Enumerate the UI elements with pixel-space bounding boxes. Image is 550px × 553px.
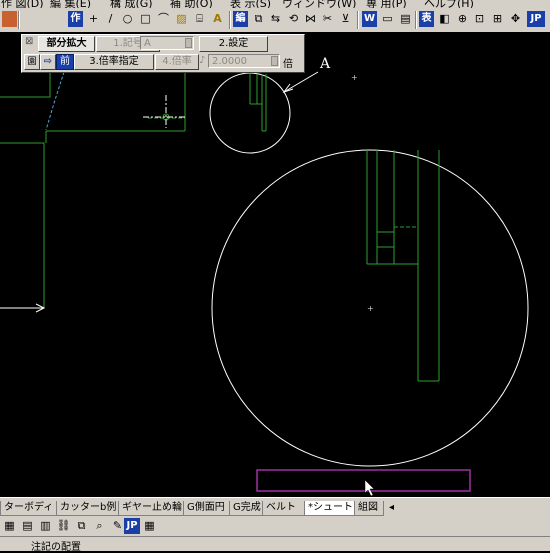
menu-bar: 作 図(D) 編 集(E) 構 成(G) 補 助(O) 表 示(S) ウィンドウ… — [0, 0, 550, 8]
sheet-tab-bar: ターボディ カッターb例 ギヤー止め輪 G側面円 G完成 ベルト *シュート 組… — [0, 497, 550, 517]
snap-tool[interactable]: ▤ — [20, 518, 35, 534]
dimension-tool[interactable]: ⌸ — [192, 11, 207, 27]
window-tool[interactable]: ▤ — [398, 11, 413, 27]
tab-sheet[interactable]: G側面円 — [183, 501, 231, 516]
menu-special[interactable]: 専 用(P) — [366, 0, 407, 8]
extend-tool[interactable]: ⊻ — [338, 11, 353, 27]
secondary-toolbar: ▦ ▤ ▥ ⛓ ⧉ ⌕ ✎ JP ▦ — [0, 516, 550, 536]
chain-tool[interactable]: ⛓ — [56, 518, 71, 534]
arrow-mode-icon[interactable]: ⇨ — [40, 54, 56, 70]
mouse-cursor-icon — [364, 479, 375, 497]
drawing-canvas[interactable]: A + + — [0, 32, 550, 497]
tab-sheet[interactable]: G完成 — [229, 501, 264, 516]
create-mode-button[interactable]: 作 — [68, 11, 83, 27]
enlarged-detail-geometry — [366, 150, 440, 382]
origin-marker: + — [351, 73, 358, 82]
zoom-in-tool[interactable]: ⊕ — [455, 11, 470, 27]
menu-draw[interactable]: 作 図(D) — [1, 0, 44, 8]
grid-tool[interactable]: ▦ — [2, 518, 17, 534]
status-message: 注記の配置 — [31, 542, 81, 553]
line-tool[interactable]: / — [103, 11, 118, 27]
frame-tool[interactable]: ▭ — [380, 11, 395, 27]
status-bar: 注記の配置 — [0, 536, 550, 553]
panel-close-icon[interactable]: ⊠ — [25, 36, 33, 47]
drawing-svg: A + + — [0, 56, 529, 497]
leader-line — [45, 71, 65, 131]
word-button[interactable]: W — [362, 11, 377, 27]
properties-tool[interactable]: ▦ — [142, 518, 157, 534]
detail-label-text: A — [319, 56, 331, 72]
panel-title: 部分拡大 — [38, 36, 95, 52]
tab-scroll-left-icon[interactable]: ◂ — [386, 501, 402, 515]
trim-tool[interactable]: ✂ — [320, 11, 335, 27]
panel-row-2: 園 ⇨ 前 3.倍率指定 4.倍率 ♪ 2.0000 倍 — [22, 53, 304, 71]
pan-tool[interactable]: ✥ — [508, 11, 523, 27]
partial-enlarge-panel: ⊠ 部分拡大 1.記号 A 2.設定 園 ⇨ 前 3.倍率指定 4.倍率 ♪ 2… — [21, 34, 305, 73]
scale-button[interactable]: 4.倍率 — [155, 54, 199, 70]
callout-leader — [283, 71, 319, 93]
hatch-tool[interactable]: ▨ — [174, 11, 189, 27]
tool-partial-icon[interactable] — [2, 11, 17, 27]
table-button[interactable]: 表 — [419, 11, 434, 27]
text-tool[interactable]: A — [210, 11, 225, 27]
menu-edit[interactable]: 編 集(E) — [50, 0, 91, 8]
note-tool[interactable]: ✎ — [110, 518, 125, 534]
menu-view[interactable]: 表 示(S) — [230, 0, 271, 8]
layer-tool[interactable]: ◧ — [437, 11, 452, 27]
circle-tool[interactable]: ○ — [120, 11, 135, 27]
tab-sheet[interactable]: 組図 — [354, 501, 384, 516]
layers-tool[interactable]: ⧉ — [74, 518, 89, 534]
tab-sheet[interactable]: ターボディ — [0, 501, 58, 516]
rectangle-tool[interactable]: □ — [138, 11, 153, 27]
magnify-tool[interactable]: ⌕ — [92, 518, 107, 534]
toolbar-separator — [357, 11, 359, 29]
tab-sheet[interactable]: カッターb例 — [56, 501, 120, 516]
scale-ruler-icon: ♪ — [199, 55, 206, 66]
mark-input-value: A — [144, 38, 151, 49]
zoom-fit-tool[interactable]: ⊞ — [490, 11, 505, 27]
jp-mode-button[interactable]: JP — [124, 518, 140, 534]
mirror-tool[interactable]: ⋈ — [303, 11, 318, 27]
main-toolbar: 作 + / ○ □ ⌒ ▨ ⌸ A 編 ⧉ ⇆ ⟲ ⋈ ✂ ⊻ W ▭ ▤ 表 … — [0, 8, 550, 33]
menu-window[interactable]: ウィンドウ(W) — [282, 0, 356, 8]
panel-row-1: ⊠ 部分拡大 1.記号 A 2.設定 — [22, 35, 304, 53]
part-lower-outline — [0, 142, 45, 308]
menu-assist[interactable]: 補 助(O) — [170, 0, 213, 8]
rotate-tool[interactable]: ⟲ — [286, 11, 301, 27]
mark-dropdown-icon[interactable] — [185, 38, 192, 48]
ortho-tool[interactable]: ▥ — [38, 518, 53, 534]
move-tool[interactable]: ⇆ — [268, 11, 283, 27]
mark-input[interactable]: A — [140, 36, 194, 50]
scale-unit: 倍 — [283, 59, 293, 70]
round-mode-button[interactable]: 園 — [24, 54, 40, 70]
annotation-placement-box — [256, 469, 471, 492]
tab-sheet-active[interactable]: *シュート — [304, 501, 356, 516]
front-button[interactable]: 前 — [56, 54, 74, 70]
cross-cursor-tool[interactable]: + — [86, 11, 101, 27]
tab-sheet[interactable]: ベルト — [262, 501, 306, 516]
menu-help[interactable]: ヘルプ(H) — [424, 0, 474, 8]
scale-input[interactable]: 2.0000 — [208, 54, 280, 68]
detail-callout-geometry — [249, 74, 267, 132]
tab-sheet[interactable]: ギヤー止め輪 — [118, 501, 188, 516]
toolbar-separator — [229, 11, 231, 29]
center-marker: + — [367, 304, 374, 313]
main-view-geometry — [0, 62, 186, 308]
jp-button[interactable]: JP — [527, 11, 545, 27]
scale-dropdown-icon[interactable] — [271, 56, 278, 66]
toolbar-separator — [415, 11, 417, 29]
fillet-tool[interactable]: ⌒ — [156, 11, 171, 27]
settings-button[interactable]: 2.設定 — [199, 36, 268, 52]
copy-tool[interactable]: ⧉ — [251, 11, 266, 27]
scale-spec-button[interactable]: 3.倍率指定 — [74, 54, 154, 70]
toolbar-separator — [18, 11, 20, 29]
scale-input-value: 2.0000 — [212, 56, 247, 67]
menu-construct[interactable]: 構 成(G) — [110, 0, 153, 8]
zoom-window-tool[interactable]: ⊡ — [472, 11, 487, 27]
edit-mode-button[interactable]: 編 — [233, 11, 248, 27]
